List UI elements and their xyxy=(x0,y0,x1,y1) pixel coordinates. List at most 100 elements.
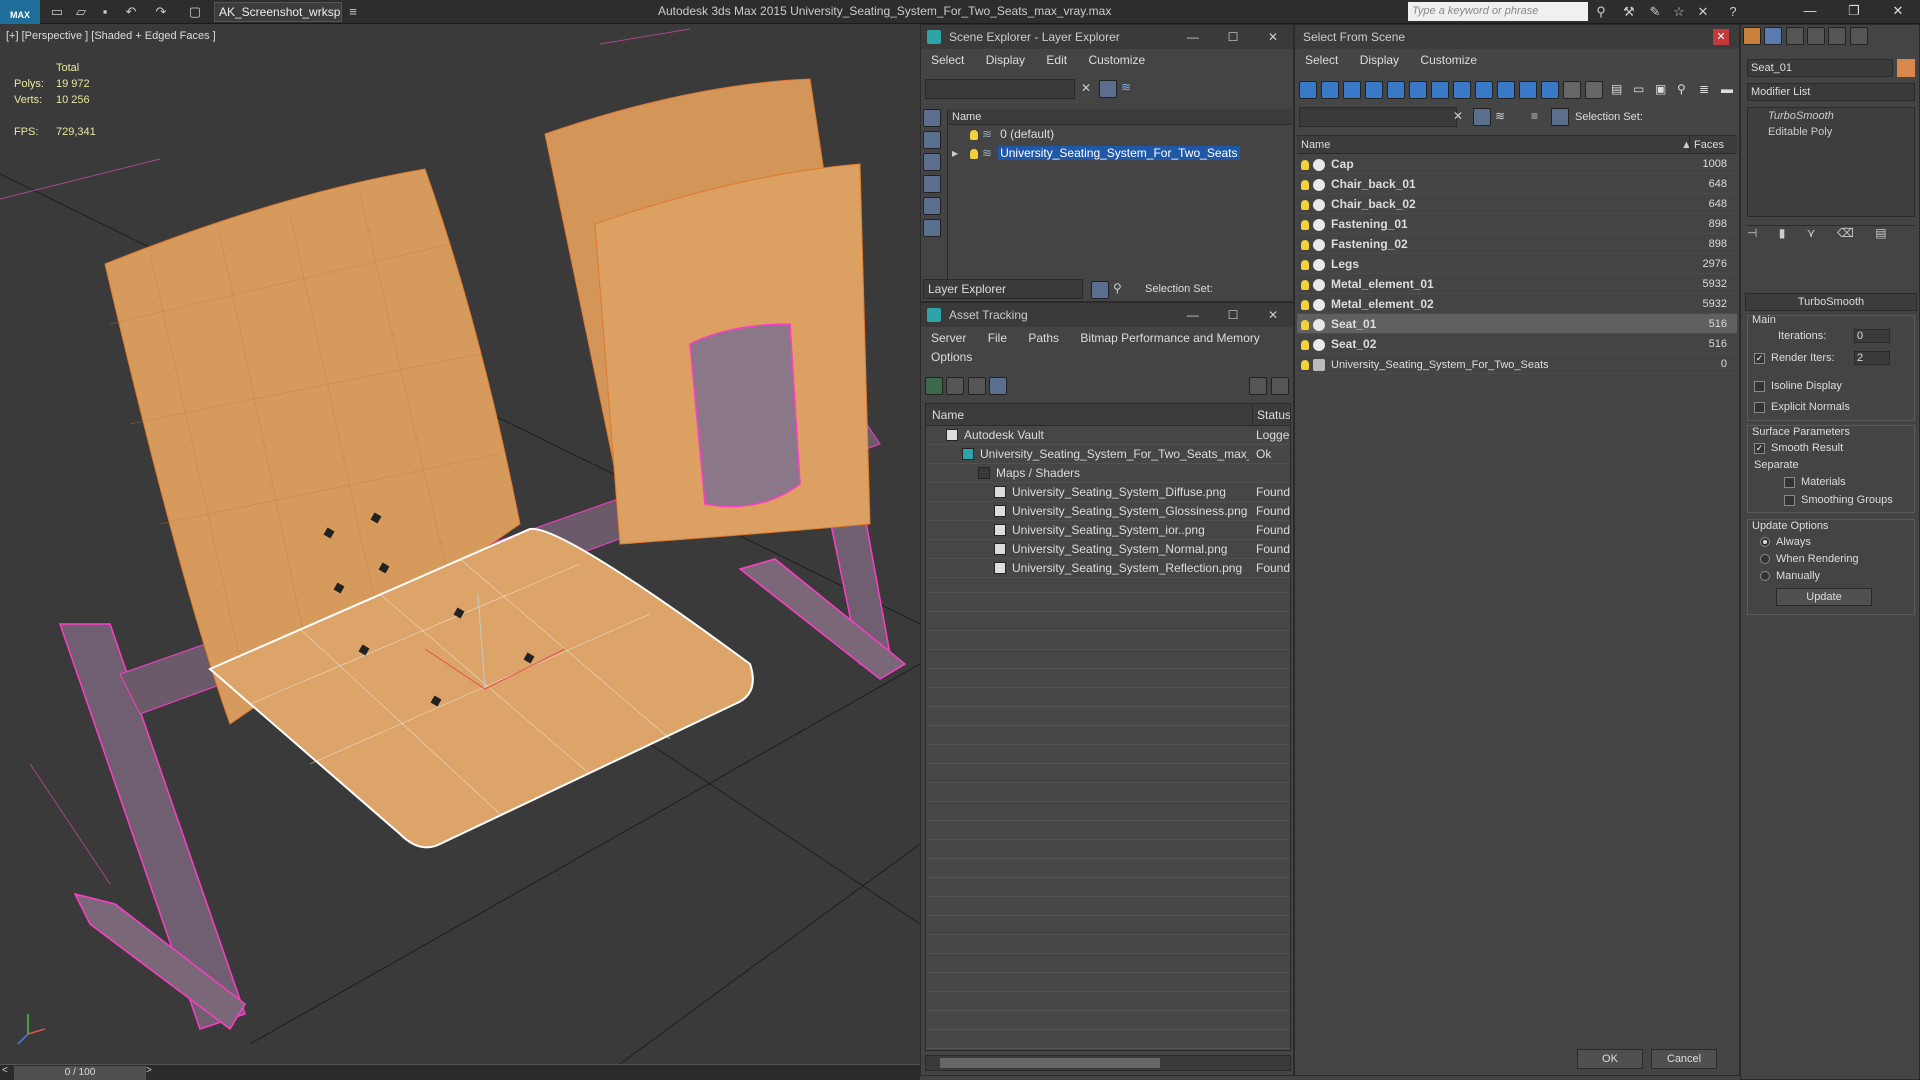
close-icon[interactable]: ✕ xyxy=(1713,29,1729,45)
display-all-icon[interactable] xyxy=(923,131,941,149)
filter-icon[interactable]: ⚲ xyxy=(1677,82,1686,96)
visibility-bulb-icon[interactable] xyxy=(1301,219,1309,230)
object-row[interactable]: Metal_element_02 5932 xyxy=(1297,294,1737,314)
find-input[interactable] xyxy=(1299,107,1457,127)
pin-stack-icon[interactable]: ⊣ xyxy=(1747,226,1757,240)
visibility-bulb-icon[interactable] xyxy=(970,129,978,140)
viewport-label[interactable]: [+] [Perspective ] [Shaded + Edged Faces… xyxy=(6,30,216,42)
stack-item-editable-poly[interactable]: Editable Poly xyxy=(1748,124,1914,140)
visibility-bulb-icon[interactable] xyxy=(1301,259,1309,270)
object-row[interactable]: Seat_01 516 xyxy=(1297,314,1737,334)
asset-row[interactable]: University_Seating_System_For_Two_Seats_… xyxy=(926,445,1290,464)
visibility-bulb-icon[interactable] xyxy=(1301,199,1309,210)
object-row[interactable]: Seat_02 516 xyxy=(1297,334,1737,354)
object-row[interactable]: Cap 1008 xyxy=(1297,154,1737,174)
display-geometry-icon[interactable] xyxy=(1365,81,1383,99)
tree-view-icon[interactable] xyxy=(967,377,986,395)
collapse-icon[interactable]: ▬ xyxy=(1721,82,1733,96)
time-slider[interactable]: 0 / 100 xyxy=(14,1066,146,1080)
name-column-header[interactable]: Name xyxy=(1301,136,1330,154)
minimize-icon[interactable]: — xyxy=(1788,0,1832,24)
display-containers-icon[interactable] xyxy=(1563,81,1581,99)
close-icon[interactable]: ✕ xyxy=(1253,303,1293,327)
display-none-icon[interactable] xyxy=(923,109,941,127)
display-all-icon[interactable] xyxy=(1321,81,1339,99)
favorites-icon[interactable]: ☆ xyxy=(1670,3,1688,21)
name-column-header[interactable]: Name xyxy=(948,109,1292,125)
menu-server[interactable]: Server xyxy=(931,331,966,345)
remove-modifier-icon[interactable]: ⌫ xyxy=(1837,226,1854,240)
display-invert-icon[interactable] xyxy=(1343,81,1361,99)
object-name-field[interactable]: Seat_01 xyxy=(1747,59,1893,77)
select-none-icon[interactable]: ▭ xyxy=(1633,82,1644,96)
list-view-icon[interactable] xyxy=(946,377,965,395)
refresh-icon[interactable] xyxy=(925,377,943,395)
menu-select[interactable]: Select xyxy=(1305,53,1338,67)
object-row[interactable]: Legs 2976 xyxy=(1297,254,1737,274)
maximize-icon[interactable]: ☐ xyxy=(1213,25,1253,49)
menu-customize[interactable]: Customize xyxy=(1088,53,1145,67)
display-cameras-icon[interactable] xyxy=(923,219,941,237)
select-all-icon[interactable]: ▤ xyxy=(1611,82,1622,96)
always-radio[interactable] xyxy=(1760,537,1770,548)
clear-find-icon[interactable]: ✕ xyxy=(1453,109,1463,123)
close-icon[interactable]: ✕ xyxy=(1876,0,1920,24)
new-file-icon[interactable]: ▭ xyxy=(48,3,66,21)
layer-options-icon[interactable]: ≋ xyxy=(1121,80,1131,94)
restore-icon[interactable]: ❐ xyxy=(1832,0,1876,24)
layer-filter-icon[interactable]: ≋ xyxy=(1495,109,1505,123)
workspace-menu-icon[interactable]: ≡ xyxy=(344,3,362,21)
menu-customize[interactable]: Customize xyxy=(1420,53,1477,67)
search-input[interactable]: Type a keyword or phrase xyxy=(1408,2,1588,21)
manually-radio[interactable] xyxy=(1760,571,1770,582)
layer-name[interactable]: University_Seating_System_For_Two_Seats xyxy=(998,146,1240,160)
display-groups-icon[interactable] xyxy=(1497,81,1515,99)
visibility-bulb-icon[interactable] xyxy=(1301,159,1309,170)
clear-search-icon[interactable]: ✕ xyxy=(1081,81,1091,95)
workspace-dropdown[interactable]: AK_Screenshot_wrksp xyxy=(214,2,342,22)
asset-row[interactable]: University_Seating_System_Diffuse.png Fou… xyxy=(926,483,1290,502)
menu-select[interactable]: Select xyxy=(931,53,964,67)
prev-frame-icon[interactable]: < xyxy=(2,1065,8,1076)
subscription-icon[interactable]: ⚒ xyxy=(1620,3,1638,21)
display-cameras-icon[interactable] xyxy=(1431,81,1449,99)
explorer-type-dropdown[interactable]: Layer Explorer xyxy=(923,279,1083,299)
maximize-icon[interactable]: ☐ xyxy=(1213,303,1253,327)
asset-status-header[interactable]: Status xyxy=(1252,404,1290,426)
faces-column-header[interactable]: Faces xyxy=(1689,136,1724,154)
close-icon[interactable]: ✕ xyxy=(1253,25,1293,49)
filter-icon[interactable] xyxy=(1099,80,1117,98)
display-geometry-icon[interactable] xyxy=(923,153,941,171)
stack-item-turbosmooth[interactable]: TurboSmooth xyxy=(1748,108,1914,124)
display-shapes-icon[interactable] xyxy=(923,175,941,193)
project-folder-icon[interactable]: ▢ xyxy=(186,3,204,21)
object-row[interactable]: Fastening_01 898 xyxy=(1297,214,1737,234)
when-rendering-radio[interactable] xyxy=(1760,554,1770,565)
explicit-normals-checkbox[interactable] xyxy=(1754,401,1765,413)
scene-explorer-titlebar[interactable]: Scene Explorer - Layer Explorer — ☐ ✕ xyxy=(921,25,1293,49)
visibility-bulb-icon[interactable] xyxy=(1301,319,1309,330)
visibility-bulb-icon[interactable] xyxy=(1301,359,1309,370)
show-end-result-icon[interactable]: ▮ xyxy=(1779,226,1786,240)
asset-row[interactable]: Maps / Shaders xyxy=(926,464,1290,483)
next-frame-icon[interactable]: > xyxy=(146,1065,152,1076)
scene-render[interactable] xyxy=(0,24,920,1064)
object-row[interactable]: University_Seating_System_For_Two_Seats 0 xyxy=(1297,354,1737,374)
asset-row[interactable]: University_Seating_System_Glossiness.png… xyxy=(926,502,1290,521)
select-invert-icon[interactable]: ▣ xyxy=(1655,82,1666,96)
select-from-scene-titlebar[interactable]: Select From Scene ✕ xyxy=(1295,25,1739,49)
modify-tab-icon[interactable] xyxy=(1764,27,1783,45)
expand-arrow-icon[interactable]: ▸ xyxy=(952,144,958,163)
asset-horizontal-scrollbar[interactable] xyxy=(925,1055,1291,1071)
help-icon[interactable] xyxy=(1249,377,1267,395)
menu-paths[interactable]: Paths xyxy=(1028,331,1059,345)
hierarchy-icon[interactable]: ⚲ xyxy=(1113,281,1122,295)
display-frozen-icon[interactable] xyxy=(1585,81,1603,99)
menu-display[interactable]: Display xyxy=(1360,53,1399,67)
hierarchy-tab-icon[interactable] xyxy=(1785,27,1804,45)
render-iters-spinner[interactable]: 2 xyxy=(1854,351,1890,365)
visibility-bulb-icon[interactable] xyxy=(970,148,978,159)
cancel-button[interactable]: Cancel xyxy=(1651,1049,1717,1069)
display-spacewarps-icon[interactable] xyxy=(1475,81,1493,99)
menu-edit[interactable]: Edit xyxy=(1046,53,1067,67)
